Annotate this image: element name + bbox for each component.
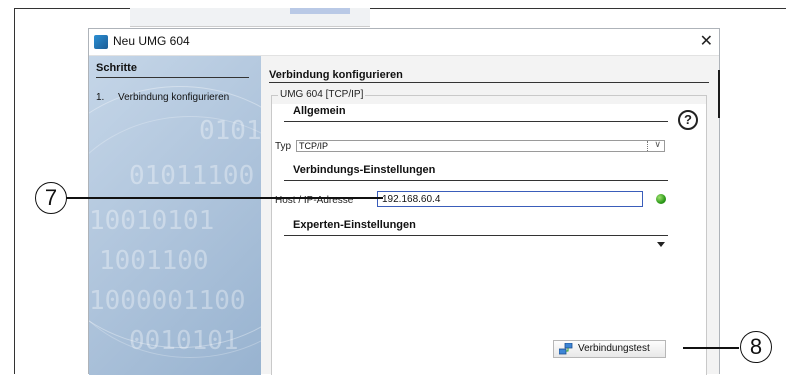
expert-settings-heading: Experten-Einstellungen bbox=[293, 219, 416, 231]
title-divider bbox=[269, 82, 709, 83]
close-button[interactable]: ✕ bbox=[700, 32, 713, 50]
scroll-indicator bbox=[718, 70, 720, 118]
type-label: Typ bbox=[275, 141, 292, 152]
general-divider bbox=[284, 121, 668, 122]
steps-panel: 0101010 01011100 10010101 1001100 100000… bbox=[89, 56, 261, 375]
window-title: Neu UMG 604 bbox=[113, 34, 190, 48]
callout-7-badge: 7 bbox=[35, 182, 67, 214]
device-group-legend: UMG 604 [TCP/IP] bbox=[278, 89, 366, 100]
connection-settings-divider bbox=[284, 180, 668, 181]
page-title: Verbindung konfigurieren bbox=[269, 69, 403, 81]
status-dot-icon bbox=[656, 194, 666, 204]
host-ip-input[interactable]: 192.168.60.4 bbox=[377, 191, 643, 207]
step-number: 1. bbox=[96, 92, 105, 103]
type-select[interactable]: TCP/IP ∨ bbox=[296, 140, 665, 152]
new-device-dialog: Neu UMG 604 ✕ 0101010 01011100 10010101 … bbox=[88, 28, 721, 376]
device-group: Allgemein ? Typ TCP/IP ∨ Verbindungs-Ein… bbox=[271, 89, 707, 376]
general-heading: Allgemein bbox=[293, 105, 346, 117]
callout-7-line bbox=[65, 197, 383, 199]
umg-app-icon bbox=[94, 35, 108, 49]
connection-test-button[interactable]: Verbindungstest bbox=[553, 340, 666, 358]
config-panel: Verbindung konfigurieren Allgemein ? Typ… bbox=[269, 56, 721, 376]
steps-divider bbox=[96, 77, 249, 78]
host-ip-value: 192.168.60.4 bbox=[382, 194, 441, 205]
steps-heading: Schritte bbox=[96, 62, 137, 74]
type-select-value: TCP/IP bbox=[299, 141, 329, 151]
title-bar: Neu UMG 604 ✕ bbox=[89, 29, 719, 56]
settings-area: Allgemein ? Typ TCP/IP ∨ Verbindungs-Ein… bbox=[272, 104, 706, 376]
callout-8-badge: 8 bbox=[740, 331, 772, 363]
step-item[interactable]: 1. Verbindung konfigurieren bbox=[96, 92, 229, 103]
connection-test-label: Verbindungstest bbox=[578, 343, 650, 354]
expert-settings-divider bbox=[284, 235, 668, 236]
chevron-down-icon: ∨ bbox=[654, 140, 661, 150]
callout-8-line bbox=[683, 347, 739, 349]
help-icon[interactable]: ? bbox=[678, 110, 698, 130]
background-window-strip bbox=[130, 8, 370, 27]
network-test-icon bbox=[559, 343, 573, 355]
expand-triangle-down-icon[interactable] bbox=[657, 242, 665, 247]
step-label: Verbindung konfigurieren bbox=[118, 92, 230, 103]
connection-settings-heading: Verbindungs-Einstellungen bbox=[293, 164, 436, 176]
